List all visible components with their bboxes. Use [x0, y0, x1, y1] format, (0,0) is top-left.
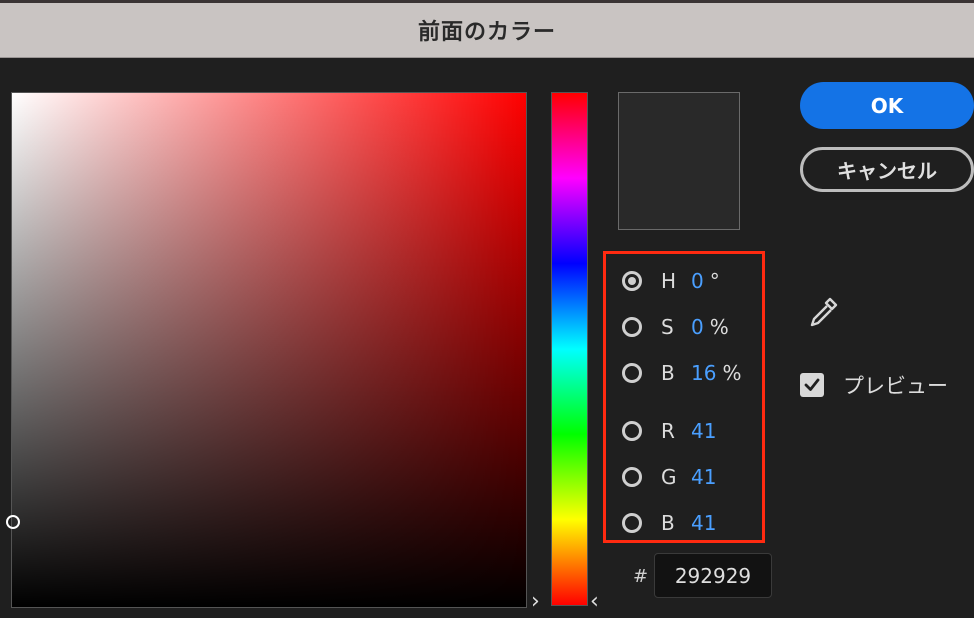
field-label-h: H	[661, 269, 677, 293]
field-row-blue: B 41	[622, 510, 716, 536]
field-unit-s: %	[709, 315, 729, 339]
radio-blue[interactable]	[622, 513, 642, 533]
field-label-s: S	[661, 315, 674, 339]
preview-toggle[interactable]: プレビュー	[800, 370, 948, 400]
radio-h[interactable]	[622, 271, 642, 291]
field-label-blue: B	[661, 511, 675, 535]
field-row-s: S 0 %	[622, 314, 729, 340]
dialog-title: 前面のカラー	[0, 3, 974, 58]
cancel-button[interactable]: キャンセル	[800, 147, 974, 192]
field-label-b: B	[661, 361, 675, 385]
field-value-b[interactable]: 16	[691, 361, 716, 385]
checkmark-icon	[804, 378, 820, 391]
field-value-s[interactable]: 0	[691, 315, 704, 339]
preview-label: プレビュー	[843, 374, 948, 398]
hue-slider[interactable]	[551, 92, 588, 606]
radio-r[interactable]	[622, 421, 642, 441]
color-value-fields: H 0 ° S 0 % B 16 % R 41 G 41 B 41	[603, 251, 765, 543]
radio-s[interactable]	[622, 317, 642, 337]
hue-slider-handle-left[interactable]: ›	[531, 590, 540, 614]
field-value-g[interactable]: 41	[691, 465, 716, 489]
field-value-r[interactable]: 41	[691, 419, 716, 443]
field-row-h: H 0 °	[622, 268, 720, 294]
color-picker-marker[interactable]	[6, 515, 20, 529]
field-row-r: R 41	[622, 418, 716, 444]
ok-button[interactable]: OK	[800, 82, 974, 129]
color-preview-swatch	[618, 92, 740, 230]
field-value-h[interactable]: 0	[691, 269, 704, 293]
field-value-blue[interactable]: 41	[691, 511, 716, 535]
field-label-g: G	[661, 465, 677, 489]
eyedropper-icon[interactable]	[806, 295, 840, 329]
field-label-r: R	[661, 419, 675, 443]
preview-checkbox[interactable]	[800, 373, 824, 397]
saturation-brightness-field[interactable]	[6, 92, 527, 608]
field-row-b: B 16 %	[622, 360, 741, 386]
field-unit-h: °	[709, 269, 720, 293]
field-row-g: G 41	[622, 464, 716, 490]
radio-g[interactable]	[622, 467, 642, 487]
field-unit-b: %	[722, 361, 742, 385]
hex-prefix: #	[633, 566, 649, 587]
hex-input[interactable]: 292929	[654, 553, 772, 598]
radio-b[interactable]	[622, 363, 642, 383]
hue-slider-handle-right[interactable]: ‹	[590, 590, 599, 614]
